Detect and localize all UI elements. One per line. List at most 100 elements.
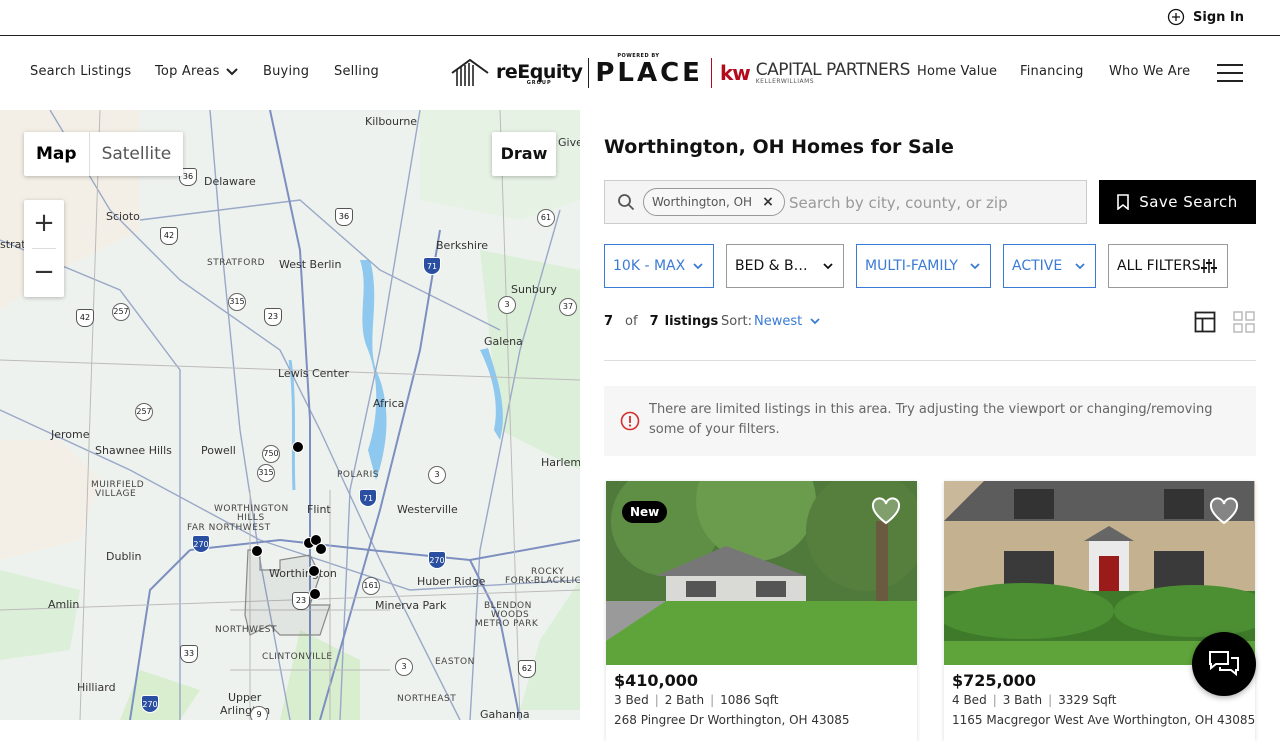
map-label-give: Give — [558, 136, 580, 149]
map-pin[interactable] — [292, 441, 304, 453]
listing-card[interactable]: New $410,000 3 Bed | 2 Bath | 1086 Sqft 26… — [606, 481, 917, 741]
chevron-down-icon — [1075, 262, 1085, 269]
property-type-filter[interactable]: MULTI-FAMILY — [856, 244, 991, 288]
sort-label: Sort: — [721, 314, 753, 329]
alert-icon — [620, 411, 640, 431]
nav-home-value[interactable]: Home Value — [917, 64, 997, 79]
map-label-metro-park: METRO PARK — [475, 619, 539, 629]
map-label-hills: HILLS — [237, 513, 265, 523]
notice-text: There are limited listings in this area.… — [649, 402, 1213, 437]
listing-count: 7 of 7 listings — [604, 314, 718, 329]
location-search[interactable]: Worthington, OH × — [604, 180, 1087, 224]
brand-logo[interactable]: reEquity GROUP POWERED BY PLACE kw CAPITAL… — [450, 53, 910, 93]
map-pin[interactable] — [251, 545, 263, 557]
listing-baths: 2 Bath — [664, 693, 705, 707]
listing-card[interactable]: $725,000 4 Bed | 3 Bath | 3329 Sqft 1165 M… — [944, 481, 1255, 741]
map-label-upper: Upper — [228, 691, 262, 704]
route-shield-257: 257 — [135, 403, 153, 421]
all-filters-label: ALL FILTERS — [1117, 258, 1201, 274]
divider — [604, 360, 1256, 361]
chip-remove-icon[interactable]: × — [762, 194, 774, 210]
status-filter[interactable]: ACTIVE — [1003, 244, 1096, 288]
listing-sqft: 1086 Sqft — [720, 693, 779, 707]
route-shield-36: 36 — [335, 208, 353, 226]
chevron-down-icon — [225, 67, 238, 75]
map-view[interactable]: Kilbourne Give Delaware Scioto strat Ber… — [0, 110, 580, 720]
count-total: 7 — [649, 314, 659, 329]
main-nav: Search Listings Top Areas Buying Selling… — [0, 37, 1280, 110]
map-label-fork-blacklick: FORK-BLACKLICK — [505, 576, 580, 586]
hamburger-menu-icon[interactable] — [1217, 64, 1243, 82]
route-shield-62: 62 — [518, 660, 536, 678]
route-shield-9: 9 — [250, 706, 268, 720]
chevron-down-icon — [693, 262, 703, 269]
all-filters-button[interactable]: ALL FILTERS — [1108, 244, 1228, 288]
map-type-satellite[interactable]: Satellite — [90, 132, 184, 176]
route-shield-3: 3 — [395, 658, 413, 676]
draw-button[interactable]: Draw — [492, 132, 556, 176]
heart-icon[interactable] — [1209, 497, 1239, 525]
search-icon — [618, 194, 635, 211]
route-shield-3: 3 — [498, 296, 516, 314]
nav-financing[interactable]: Financing — [1020, 64, 1084, 79]
grid-view-icon[interactable] — [1233, 311, 1255, 333]
map-label-polaris: POLARIS — [337, 470, 380, 480]
location-chip-label: Worthington, OH — [652, 195, 753, 209]
map-label-hilliard: Hilliard — [77, 681, 116, 694]
map-label-scioto: Scioto — [106, 210, 140, 223]
nav-top-areas-label: Top Areas — [155, 64, 220, 79]
map-label-worthington: Worthington — [269, 567, 337, 580]
page-title: Worthington, OH Homes for Sale — [604, 136, 954, 158]
house-logo-icon — [451, 58, 489, 86]
nav-search-listings[interactable]: Search Listings — [30, 64, 131, 79]
map-pin[interactable] — [308, 565, 320, 577]
map-type-map[interactable]: Map — [24, 132, 90, 176]
price-filter[interactable]: 10K - MAX — [604, 244, 714, 288]
map-label-africa: Africa — [373, 397, 405, 410]
nav-top-areas[interactable]: Top Areas — [155, 64, 238, 79]
nav-selling[interactable]: Selling — [334, 64, 379, 79]
chevron-down-icon — [823, 262, 833, 269]
nav-who-we-are[interactable]: Who We Are — [1109, 64, 1190, 79]
sign-in-label: Sign In — [1193, 9, 1244, 25]
sliders-icon — [1201, 259, 1217, 273]
chat-button[interactable] — [1192, 632, 1256, 696]
map-label-gahanna: Gahanna — [480, 708, 530, 720]
route-shield-161: 161 — [362, 577, 380, 595]
chat-icon — [1209, 651, 1239, 677]
save-search-label: Save Search — [1139, 193, 1238, 211]
listing-price: $410,000 — [614, 671, 699, 690]
zoom-in-button[interactable]: + — [24, 200, 64, 248]
search-input[interactable] — [789, 193, 1079, 213]
map-label-galena: Galena — [484, 335, 523, 348]
bed-bath-filter[interactable]: BED & BATH — [726, 244, 844, 288]
split-view-icon[interactable] — [1194, 311, 1216, 333]
count-label: listings — [664, 314, 719, 329]
meta-separator: | — [710, 693, 715, 707]
save-search-button[interactable]: Save Search — [1099, 180, 1256, 224]
limited-listings-notice: There are limited listings in this area.… — [604, 386, 1256, 456]
plus-circle-icon — [1167, 8, 1185, 26]
map-label-strat: strat — [0, 238, 26, 251]
route-shield-61: 61 — [537, 209, 555, 227]
price-filter-label: 10K - MAX — [613, 258, 686, 274]
sign-in-button[interactable]: Sign In — [1167, 8, 1244, 26]
sort-value: Newest — [754, 314, 803, 329]
nav-buying[interactable]: Buying — [263, 64, 309, 79]
results-panel: Worthington, OH Homes for Sale Worthingt… — [604, 110, 1256, 741]
route-shield-315: 315 — [228, 293, 246, 311]
listing-meta: 3 Bed | 2 Bath | 1086 Sqft — [614, 693, 778, 707]
zoom-out-button[interactable]: − — [24, 249, 64, 297]
map-label-easton: EASTON — [435, 657, 475, 667]
route-shield-42: 42 — [160, 227, 178, 245]
map-label-village: VILLAGE — [95, 489, 137, 499]
logo-partner: CAPITAL PARTNERS KELLERWILLIAMS — [756, 61, 911, 85]
heart-icon[interactable] — [871, 497, 901, 525]
map-pin[interactable] — [309, 588, 321, 600]
map-label-dublin: Dublin — [106, 550, 142, 563]
route-shield-3: 3 — [428, 466, 446, 484]
sort-dropdown[interactable]: Newest — [754, 314, 820, 329]
map-pin[interactable] — [315, 543, 327, 555]
meta-separator: | — [1048, 693, 1053, 707]
logo-kw: kw — [719, 61, 751, 85]
